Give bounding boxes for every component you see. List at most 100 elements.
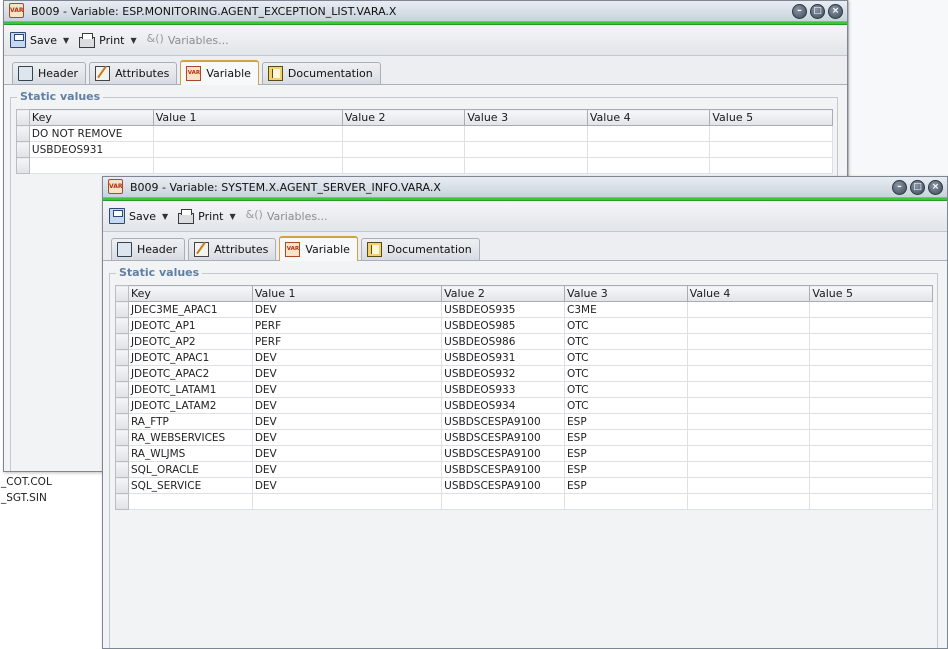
row-selector[interactable] [16, 141, 30, 158]
table-row[interactable]: JDEOTC_APAC1 DEV USBDEOS931 OTC [115, 349, 933, 366]
tab-documentation[interactable]: Documentation [261, 62, 381, 84]
table-cell[interactable]: OTC [564, 349, 688, 366]
table-cell[interactable]: JDEOTC_LATAM2 [127, 397, 253, 414]
print-dropdown-icon[interactable]: ▼ [130, 36, 136, 45]
window-titlebar[interactable]: VAR B009 - Variable: ESP.MONITORING.AGEN… [4, 1, 847, 22]
minimize-button[interactable]: – [892, 180, 907, 195]
row-selector[interactable] [115, 429, 129, 446]
table-cell[interactable]: RA_WEBSERVICES [127, 429, 253, 446]
table-cell[interactable]: SQL_SERVICE [127, 477, 253, 494]
table-cell[interactable] [809, 445, 933, 462]
table-row[interactable]: JDEOTC_AP2 PERF USBDEOS986 OTC [115, 333, 933, 350]
table-cell[interactable]: USBDSCESPA9100 [441, 429, 566, 446]
table-cell[interactable] [464, 141, 588, 158]
column-header[interactable]: Value 1 [251, 285, 443, 302]
table-row[interactable]: RA_WEBSERVICES DEV USBDSCESPA9100 ESP [115, 429, 933, 446]
table-cell[interactable]: C3ME [564, 301, 688, 318]
table-cell[interactable] [564, 493, 688, 510]
table-cell[interactable] [341, 157, 466, 174]
table-cell[interactable]: DO NOT REMOVE [28, 125, 154, 142]
row-selector[interactable] [115, 317, 129, 334]
tab-documentation[interactable]: Documentation [360, 238, 480, 260]
row-selector[interactable] [115, 413, 129, 430]
save-dropdown-icon[interactable]: ▼ [63, 36, 69, 45]
table-cell[interactable]: DEV [251, 477, 443, 494]
print-button[interactable]: Print ▼ [79, 32, 137, 48]
table-cell[interactable]: RA_FTP [127, 413, 253, 430]
table-cell[interactable] [441, 493, 566, 510]
table-cell[interactable]: USBDEOS931 [441, 349, 566, 366]
table-cell[interactable]: ESP [564, 461, 688, 478]
row-selector[interactable] [16, 157, 30, 174]
table-cell[interactable]: JDEOTC_AP1 [127, 317, 253, 334]
maximize-button[interactable]: □ [910, 180, 925, 195]
table-cell[interactable] [809, 429, 933, 446]
table-cell[interactable] [686, 445, 811, 462]
column-header[interactable]: Value 5 [809, 285, 933, 302]
table-row[interactable]: USBDEOS931 [16, 141, 833, 158]
table-cell[interactable]: DEV [251, 413, 443, 430]
table-row[interactable]: RA_FTP DEV USBDSCESPA9100 ESP [115, 413, 933, 430]
table-cell[interactable] [152, 125, 343, 142]
table-cell[interactable]: OTC [564, 365, 688, 382]
table-cell[interactable] [809, 317, 933, 334]
table-cell[interactable]: USBDEOS932 [441, 365, 566, 382]
column-header[interactable]: Value 5 [709, 109, 833, 126]
table-cell[interactable] [586, 141, 711, 158]
tab-header[interactable]: Header [12, 62, 87, 84]
table-cell[interactable] [686, 477, 811, 494]
table-cell[interactable]: DEV [251, 301, 443, 318]
column-header[interactable]: Value 3 [464, 109, 588, 126]
list-item[interactable]: _COT.COL [0, 474, 100, 490]
table-cell[interactable]: ESP [564, 445, 688, 462]
table-cell[interactable] [809, 349, 933, 366]
table-cell[interactable] [127, 493, 253, 510]
table-cell[interactable] [809, 381, 933, 398]
table-cell[interactable]: RA_WLJMS [127, 445, 253, 462]
table-cell[interactable]: USBDSCESPA9100 [441, 461, 566, 478]
maximize-button[interactable]: □ [810, 4, 825, 19]
table-cell[interactable]: USBDSCESPA9100 [441, 477, 566, 494]
table-row[interactable]: RA_WLJMS DEV USBDSCESPA9100 ESP [115, 445, 933, 462]
table-cell[interactable]: USBDEOS933 [441, 381, 566, 398]
table-cell[interactable]: JDEOTC_APAC2 [127, 365, 253, 382]
table-cell[interactable]: OTC [564, 317, 688, 334]
table-cell[interactable] [28, 157, 154, 174]
table-row[interactable] [115, 493, 933, 510]
column-header[interactable]: Value 1 [152, 109, 343, 126]
table-cell[interactable] [586, 125, 711, 142]
table-row[interactable]: JDEOTC_LATAM2 DEV USBDEOS934 OTC [115, 397, 933, 414]
row-selector[interactable] [115, 365, 129, 382]
table-cell[interactable] [809, 413, 933, 430]
table-cell[interactable] [686, 461, 811, 478]
table-cell[interactable] [686, 493, 811, 510]
table-cell[interactable]: DEV [251, 365, 443, 382]
table-cell[interactable] [686, 349, 811, 366]
table-cell[interactable]: PERF [251, 317, 443, 334]
table-cell[interactable] [686, 301, 811, 318]
column-header[interactable]: Value 2 [341, 109, 466, 126]
table-cell[interactable] [809, 333, 933, 350]
table-cell[interactable]: USBDEOS986 [441, 333, 566, 350]
table-cell[interactable]: OTC [564, 397, 688, 414]
table-cell[interactable]: ESP [564, 413, 688, 430]
column-header[interactable]: Key [127, 285, 253, 302]
table-row[interactable]: SQL_SERVICE DEV USBDSCESPA9100 ESP [115, 477, 933, 494]
table-cell[interactable] [341, 125, 466, 142]
table-cell[interactable] [686, 429, 811, 446]
table-cell[interactable]: OTC [564, 333, 688, 350]
save-dropdown-icon[interactable]: ▼ [162, 212, 168, 221]
table-cell[interactable] [809, 461, 933, 478]
table-cell[interactable]: USBDEOS985 [441, 317, 566, 334]
tab-attributes[interactable]: Attributes [89, 62, 178, 84]
table-cell[interactable] [809, 397, 933, 414]
row-selector[interactable] [115, 477, 129, 494]
list-item[interactable]: _SGT.SIN [0, 490, 100, 506]
tab-variable[interactable]: VAR Variable [180, 60, 259, 85]
table-cell[interactable] [709, 125, 833, 142]
table-cell[interactable] [341, 141, 466, 158]
table-cell[interactable]: USBDSCESPA9100 [441, 445, 566, 462]
window-titlebar[interactable]: VAR B009 - Variable: SYSTEM.X.AGENT_SERV… [103, 177, 947, 198]
column-header[interactable]: Value 3 [564, 285, 688, 302]
tab-variable[interactable]: VAR Variable [279, 236, 358, 261]
